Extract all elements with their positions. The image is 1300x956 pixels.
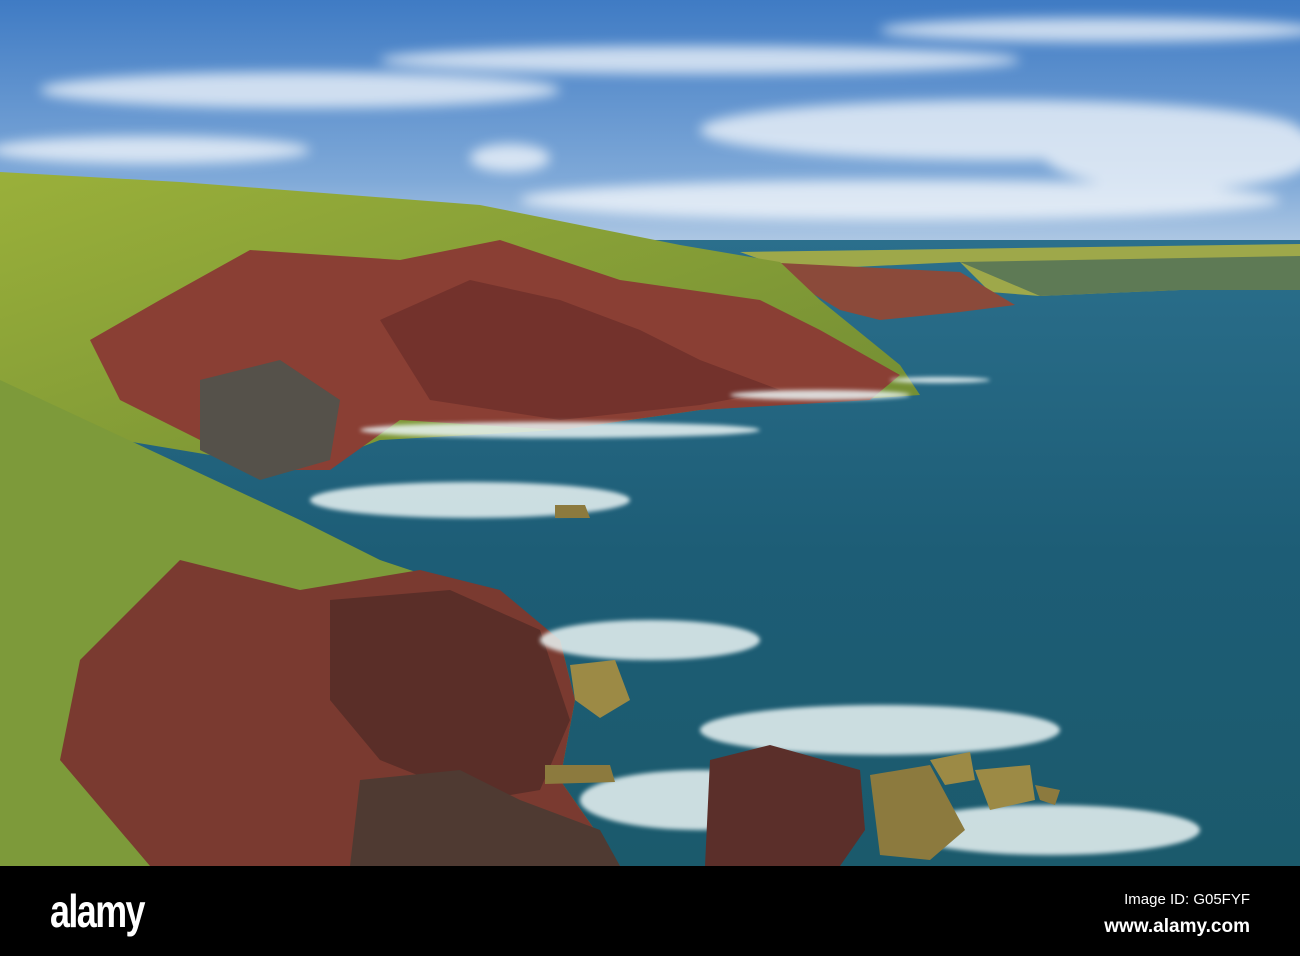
alamy-logo: alamy [50, 885, 146, 937]
watermark-footer: alamy Image ID: G05FYF www.alamy.com [0, 866, 1300, 956]
website-link: www.alamy.com [1104, 916, 1250, 937]
stock-photo: alamy Image ID: G05FYF www.alamy.com [0, 0, 1300, 956]
coastal-landscape-photo [0, 0, 1300, 866]
image-id: Image ID: G05FYF [1124, 891, 1250, 908]
